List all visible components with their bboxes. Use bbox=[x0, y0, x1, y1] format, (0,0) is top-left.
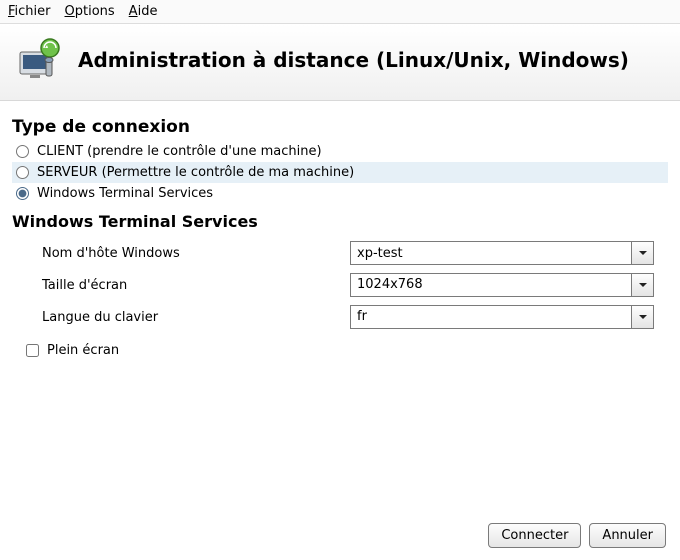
keyboard-value[interactable]: fr bbox=[350, 305, 632, 329]
menu-bar: Fichier Options Aide bbox=[0, 0, 680, 24]
fullscreen-row[interactable]: Plein écran bbox=[26, 343, 668, 358]
cancel-button[interactable]: Annuler bbox=[589, 523, 666, 548]
radio-server[interactable]: SERVEUR (Permettre le contrôle de ma mac… bbox=[12, 162, 668, 183]
radio-client[interactable]: CLIENT (prendre le contrôle d'une machin… bbox=[12, 141, 668, 162]
connect-button[interactable]: Connecter bbox=[488, 523, 581, 548]
radio-client-label: CLIENT (prendre le contrôle d'une machin… bbox=[37, 144, 322, 159]
chevron-down-icon bbox=[638, 312, 648, 322]
keyboard-label: Langue du clavier bbox=[42, 310, 342, 325]
radio-wts[interactable]: Windows Terminal Services bbox=[12, 183, 668, 204]
header: Administration à distance (Linux/Unix, W… bbox=[0, 24, 680, 101]
hostname-input[interactable] bbox=[350, 241, 632, 265]
button-bar: Connecter Annuler bbox=[488, 523, 666, 548]
radio-wts-input[interactable] bbox=[16, 187, 29, 200]
keyboard-dropdown-button[interactable] bbox=[632, 305, 654, 329]
screensize-dropdown-button[interactable] bbox=[632, 273, 654, 297]
hostname-label: Nom d'hôte Windows bbox=[42, 246, 342, 261]
hostname-combo bbox=[350, 241, 654, 265]
chevron-down-icon bbox=[638, 280, 648, 290]
radio-server-input[interactable] bbox=[16, 166, 29, 179]
menu-options[interactable]: Options bbox=[65, 4, 115, 19]
wts-form: Nom d'hôte Windows Taille d'écran 1024x7… bbox=[12, 241, 668, 329]
page-title: Administration à distance (Linux/Unix, W… bbox=[78, 48, 629, 72]
radio-wts-label: Windows Terminal Services bbox=[37, 186, 213, 201]
keyboard-combo: fr bbox=[350, 305, 654, 329]
screensize-label: Taille d'écran bbox=[42, 278, 342, 293]
menu-file[interactable]: Fichier bbox=[8, 4, 51, 19]
radio-client-input[interactable] bbox=[16, 145, 29, 158]
screensize-combo: 1024x768 bbox=[350, 273, 654, 297]
fullscreen-label: Plein écran bbox=[47, 343, 119, 358]
radio-server-label: SERVEUR (Permettre le contrôle de ma mac… bbox=[37, 165, 354, 180]
menu-help[interactable]: Aide bbox=[129, 4, 158, 19]
remote-admin-icon bbox=[18, 38, 64, 82]
fullscreen-checkbox[interactable] bbox=[26, 344, 39, 357]
wts-heading: Windows Terminal Services bbox=[12, 212, 668, 231]
screensize-value[interactable]: 1024x768 bbox=[350, 273, 632, 297]
hostname-dropdown-button[interactable] bbox=[632, 241, 654, 265]
connection-type-heading: Type de connexion bbox=[12, 117, 668, 137]
chevron-down-icon bbox=[638, 248, 648, 258]
content: Type de connexion CLIENT (prendre le con… bbox=[0, 101, 680, 368]
